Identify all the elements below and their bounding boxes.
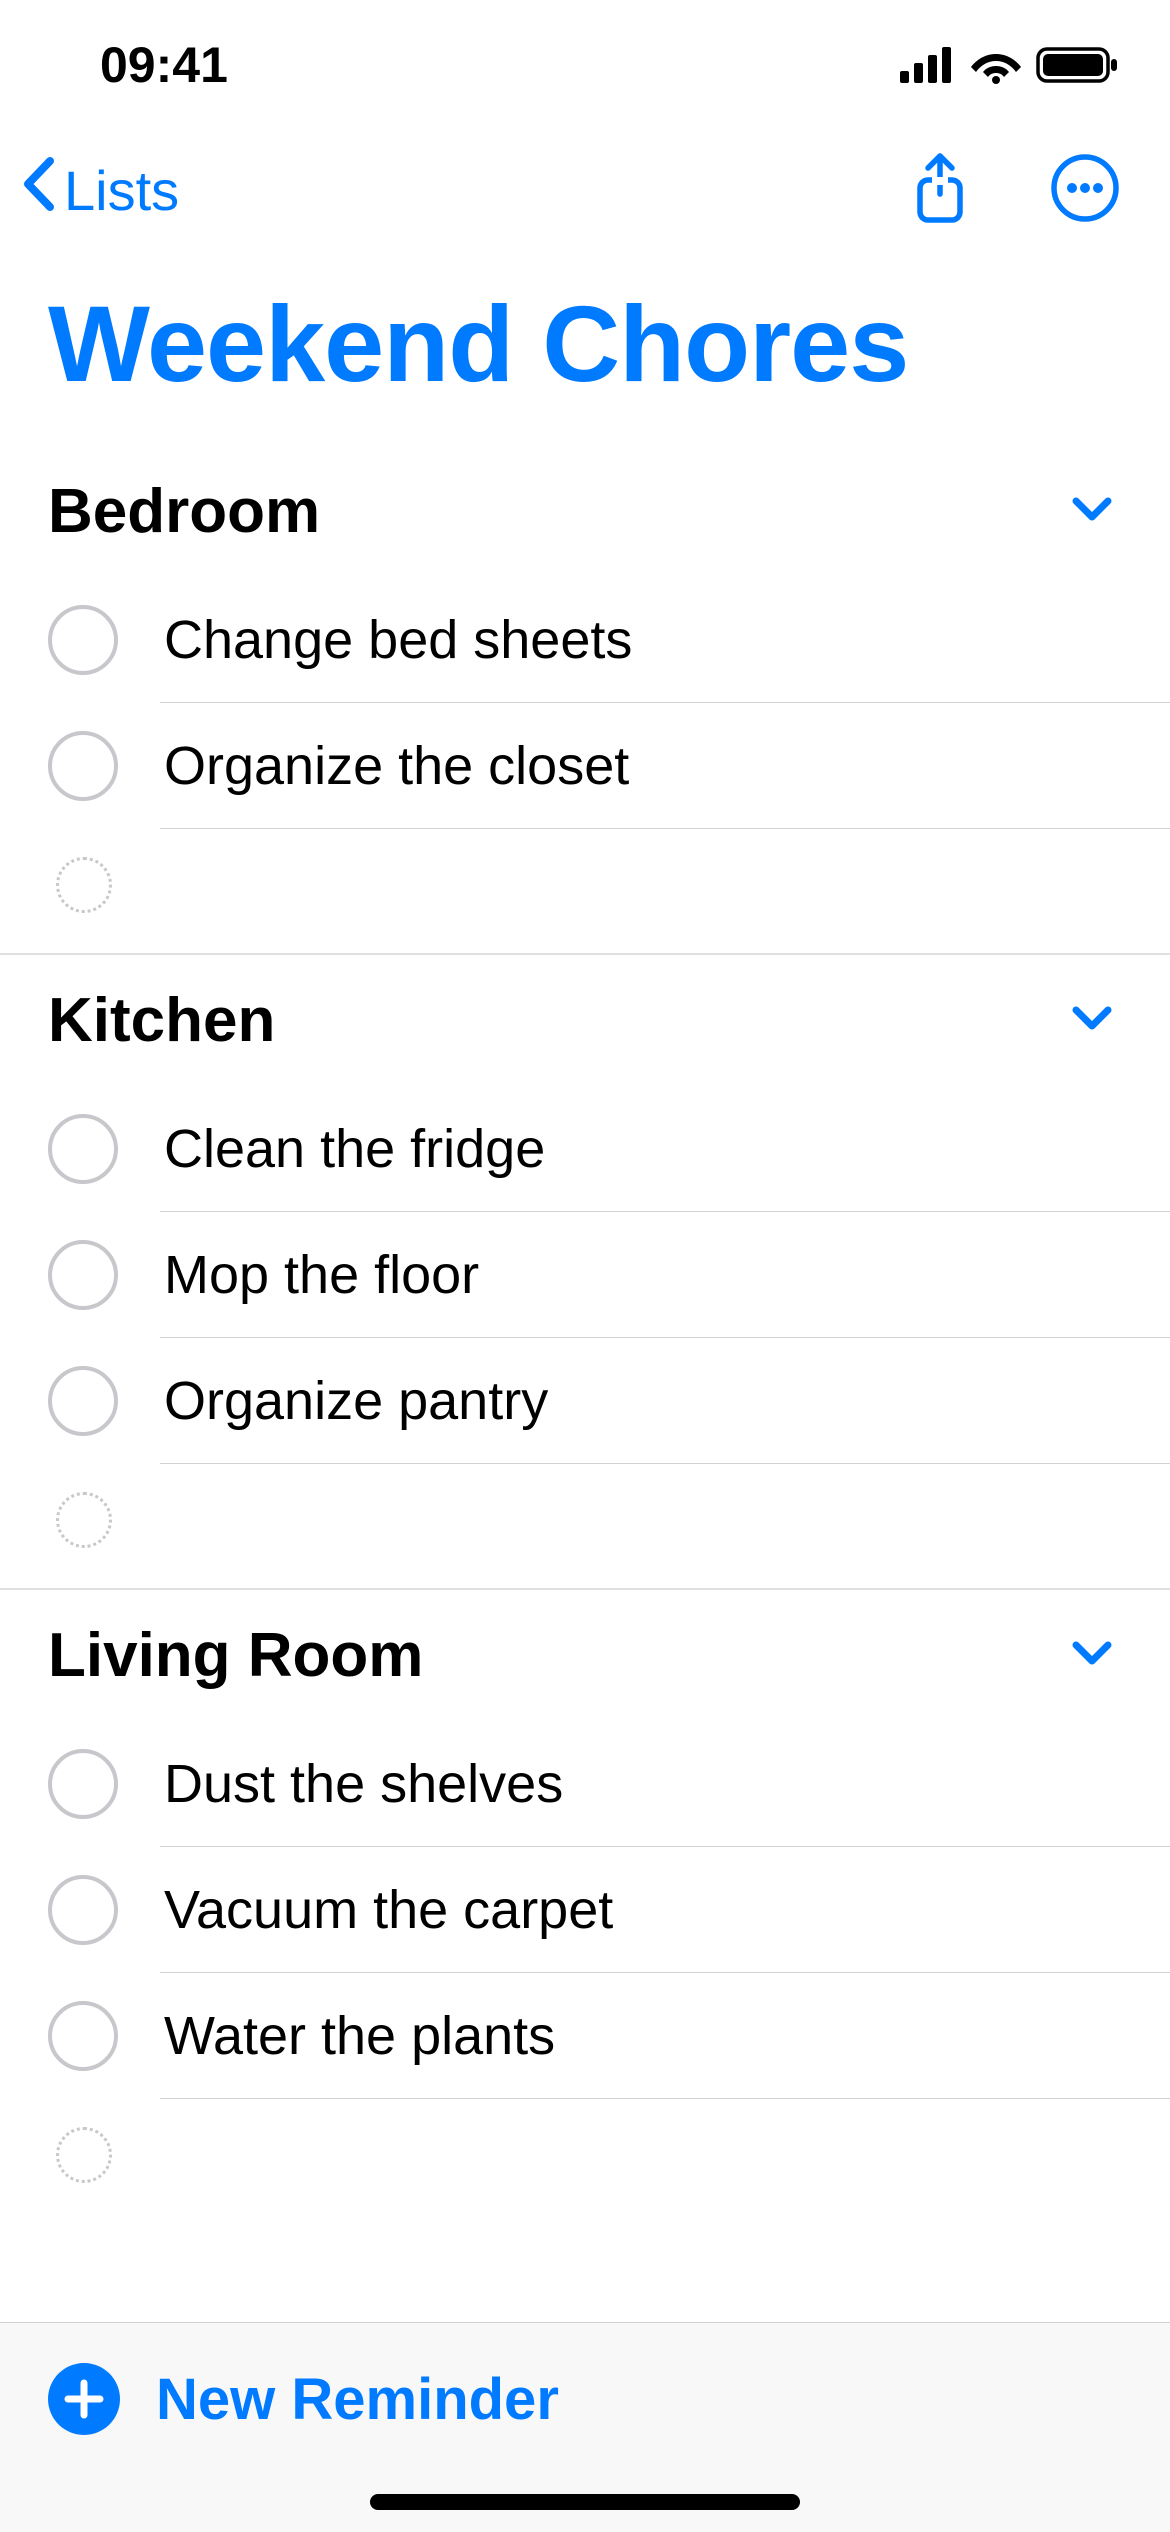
section-header[interactable]: Kitchen [0, 955, 1170, 1086]
reminder-text: Dust the shelves [164, 1753, 563, 1815]
chevron-down-icon [1070, 1639, 1114, 1672]
chevron-down-icon [1070, 495, 1114, 528]
list-title: Weekend Chores [0, 261, 1170, 446]
new-reminder-button[interactable]: New Reminder [48, 2363, 1122, 2435]
reminder-text: Change bed sheets [164, 609, 632, 671]
reminder-placeholder[interactable] [0, 829, 1170, 953]
back-button[interactable]: Lists [20, 155, 179, 226]
reminder-text: Mop the floor [164, 1244, 479, 1306]
add-reminder-circle-icon [56, 2127, 112, 2183]
reminder-placeholder[interactable] [0, 1464, 1170, 1588]
section-kitchen: Kitchen Clean the fridge Mop the floor O… [0, 955, 1170, 1590]
section-title: Living Room [48, 1620, 423, 1691]
section-header[interactable]: Living Room [0, 1590, 1170, 1721]
status-indicators [900, 45, 1120, 85]
reminder-checkbox[interactable] [48, 1366, 118, 1436]
new-reminder-label: New Reminder [156, 2366, 559, 2433]
status-time: 09:41 [100, 36, 228, 94]
section-title: Bedroom [48, 476, 320, 547]
section-title: Kitchen [48, 985, 275, 1056]
status-bar: 09:41 [0, 0, 1170, 110]
chevron-down-icon [1070, 1004, 1114, 1037]
cellular-icon [900, 47, 956, 83]
reminder-checkbox[interactable] [48, 2001, 118, 2071]
reminder-item[interactable]: Vacuum the carpet [0, 1847, 1170, 1973]
reminder-item[interactable]: Change bed sheets [0, 577, 1170, 703]
reminder-text: Clean the fridge [164, 1118, 545, 1180]
reminder-checkbox[interactable] [48, 1114, 118, 1184]
wifi-icon [970, 46, 1022, 84]
reminder-placeholder[interactable] [0, 2099, 1170, 2223]
nav-bar: Lists [0, 110, 1170, 261]
back-label: Lists [64, 158, 179, 223]
ellipsis-circle-icon [1050, 153, 1120, 223]
reminder-item[interactable]: Water the plants [0, 1973, 1170, 2099]
reminder-checkbox[interactable] [48, 1749, 118, 1819]
reminder-text: Organize pantry [164, 1370, 548, 1432]
more-button[interactable] [1050, 153, 1120, 228]
share-icon [910, 150, 970, 226]
reminder-item[interactable]: Mop the floor [0, 1212, 1170, 1338]
section-bedroom: Bedroom Change bed sheets Organize the c… [0, 446, 1170, 955]
reminder-item[interactable]: Organize pantry [0, 1338, 1170, 1464]
section-living-room: Living Room Dust the shelves Vacuum the … [0, 1590, 1170, 2223]
bottom-toolbar: New Reminder [0, 2322, 1170, 2532]
reminder-item[interactable]: Clean the fridge [0, 1086, 1170, 1212]
reminder-text: Water the plants [164, 2005, 555, 2067]
reminder-checkbox[interactable] [48, 1875, 118, 1945]
reminder-text: Vacuum the carpet [164, 1879, 613, 1941]
reminder-checkbox[interactable] [48, 1240, 118, 1310]
reminder-item[interactable]: Dust the shelves [0, 1721, 1170, 1847]
home-indicator[interactable] [370, 2494, 800, 2510]
share-button[interactable] [910, 150, 970, 231]
chevron-left-icon [20, 155, 60, 226]
add-reminder-circle-icon [56, 1492, 112, 1548]
reminder-checkbox[interactable] [48, 731, 118, 801]
reminder-checkbox[interactable] [48, 605, 118, 675]
section-header[interactable]: Bedroom [0, 446, 1170, 577]
add-reminder-circle-icon [56, 857, 112, 913]
reminder-item[interactable]: Organize the closet [0, 703, 1170, 829]
reminder-text: Organize the closet [164, 735, 629, 797]
battery-icon [1036, 45, 1120, 85]
plus-circle-icon [48, 2363, 120, 2435]
